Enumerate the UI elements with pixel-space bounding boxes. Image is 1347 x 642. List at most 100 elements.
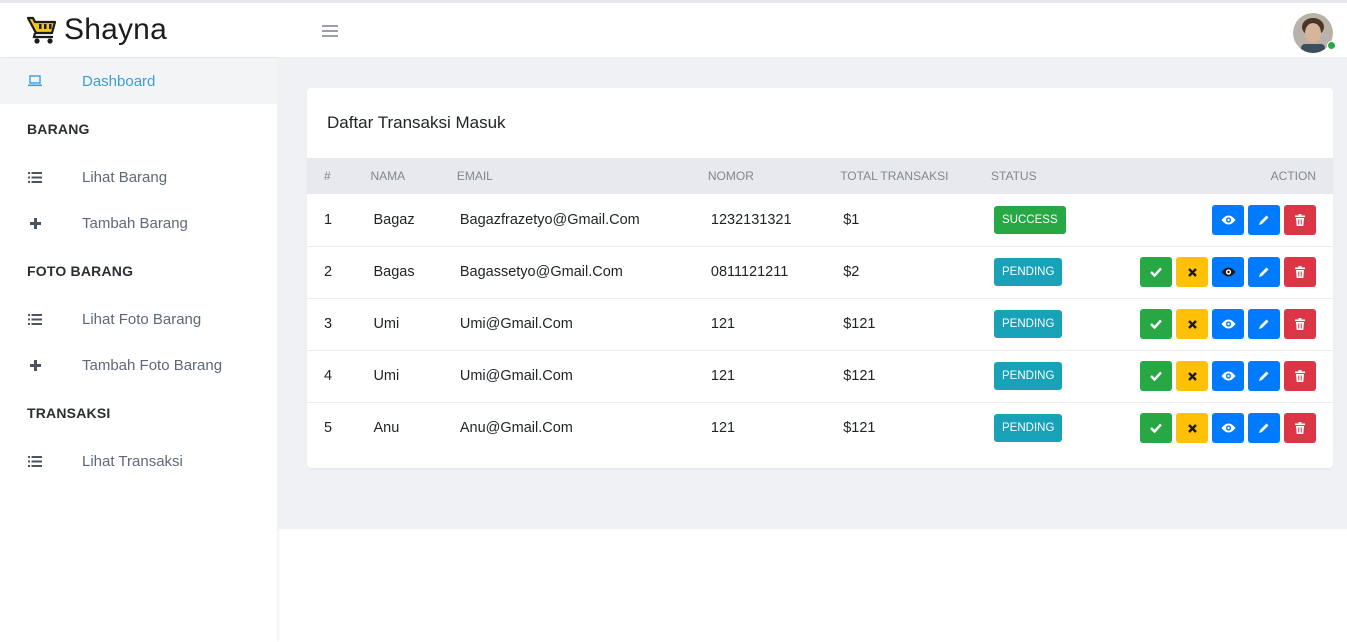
sidebar-item-tambah-barang[interactable]: Tambah Barang bbox=[0, 200, 277, 246]
sidebar-item-dashboard[interactable]: Dashboard bbox=[0, 58, 277, 104]
cell-email: Bagazfrazetyo@Gmail.Com bbox=[459, 211, 640, 228]
cell-phone: 0811121211 bbox=[710, 264, 789, 280]
sidebar-item-tambah-foto-barang[interactable]: Tambah Foto Barang bbox=[0, 342, 277, 388]
table-row: 4 Umi Umi@Gmail.Com 121 $121 PENDING bbox=[307, 350, 1333, 402]
view-button[interactable] bbox=[1212, 257, 1244, 287]
status-badge: SUCCESS bbox=[994, 205, 1066, 234]
cell-number: 2 bbox=[324, 264, 333, 280]
cell-number: 4 bbox=[324, 368, 333, 384]
x-icon bbox=[1187, 423, 1197, 433]
delete-button[interactable] bbox=[1284, 309, 1316, 339]
table-row: 1 Bagaz Bagazfrazetyo@Gmail.Com 1232131321 $… bbox=[307, 194, 1333, 246]
sidebar-heading-foto-barang: FOTO BARANG bbox=[27, 263, 134, 279]
cell-phone: 1232131321 bbox=[710, 211, 792, 228]
cell-total: $121 bbox=[843, 368, 876, 384]
view-button[interactable] bbox=[1212, 309, 1244, 339]
sidebar-item-lihat-transaksi[interactable]: Lihat Transaksi bbox=[0, 438, 277, 484]
approve-button[interactable] bbox=[1140, 361, 1172, 391]
cell-status: PENDING bbox=[991, 246, 1140, 298]
shopping-cart-icon bbox=[26, 16, 57, 44]
edit-button[interactable] bbox=[1248, 361, 1280, 391]
pencil-icon bbox=[1258, 318, 1270, 330]
x-icon bbox=[1187, 371, 1197, 381]
column-header-phone: NOMOR bbox=[707, 169, 754, 183]
view-button[interactable] bbox=[1212, 361, 1244, 391]
sidebar-item-lihat-barang[interactable]: Lihat Barang bbox=[0, 154, 277, 200]
trash-icon bbox=[1295, 213, 1305, 226]
view-button[interactable] bbox=[1212, 204, 1244, 235]
trash-icon bbox=[1295, 318, 1305, 330]
cell-status: PENDING bbox=[991, 350, 1140, 402]
cell-total: $121 bbox=[843, 316, 876, 332]
delete-button[interactable] bbox=[1284, 361, 1316, 391]
list-icon bbox=[27, 171, 43, 183]
check-icon bbox=[1150, 371, 1162, 381]
plus-icon bbox=[27, 359, 43, 371]
status-badge: PENDING bbox=[994, 310, 1063, 338]
cell-phone: 121 bbox=[710, 316, 736, 332]
brand-name: Shayna bbox=[64, 13, 167, 46]
eye-icon bbox=[1221, 215, 1236, 225]
view-button[interactable] bbox=[1212, 413, 1244, 444]
table-header-row: # NAMA EMAIL NOMOR TOTAL TRANSAKSI STATU… bbox=[307, 158, 1333, 194]
row-action-group bbox=[1140, 361, 1316, 391]
column-header-status: STATUS bbox=[991, 169, 1037, 183]
pencil-icon bbox=[1258, 370, 1270, 382]
sidebar-item-label: Tambah Foto Barang bbox=[82, 356, 223, 374]
main-content: Daftar Transaksi Masuk # NAMA EMAIL NOMO… bbox=[277, 58, 1347, 529]
row-action-group bbox=[1140, 309, 1316, 339]
laptop-icon bbox=[27, 75, 43, 87]
delete-button[interactable] bbox=[1284, 413, 1316, 444]
reject-button[interactable] bbox=[1176, 309, 1208, 339]
check-icon bbox=[1150, 423, 1162, 434]
brand-logo[interactable]: Shayna bbox=[26, 13, 167, 47]
cell-number: 3 bbox=[324, 316, 333, 332]
trash-icon bbox=[1295, 422, 1305, 435]
row-action-group bbox=[1140, 257, 1316, 287]
approve-button[interactable] bbox=[1140, 413, 1172, 444]
eye-icon bbox=[1221, 319, 1236, 329]
reject-button[interactable] bbox=[1176, 361, 1208, 391]
cell-status: PENDING bbox=[991, 402, 1140, 454]
cell-email: Umi@Gmail.Com bbox=[459, 368, 573, 384]
cell-actions bbox=[1140, 298, 1333, 350]
table-row: 2 Bagas Bagassetyo@Gmail.Com 0811121211 $2 PE… bbox=[307, 246, 1333, 298]
column-header-name: NAMA bbox=[370, 169, 406, 183]
sidebar-heading-transaksi: TRANSAKSI bbox=[27, 405, 111, 421]
eye-icon bbox=[1221, 267, 1236, 277]
sidebar-item-label: Dashboard bbox=[82, 72, 156, 90]
edit-button[interactable] bbox=[1248, 257, 1280, 287]
eye-icon bbox=[1221, 371, 1236, 381]
cell-name: Anu bbox=[373, 420, 400, 437]
cell-name: Umi bbox=[373, 368, 400, 384]
approve-button[interactable] bbox=[1140, 257, 1172, 287]
column-header-email: EMAIL bbox=[456, 169, 493, 183]
table-row: 5 Anu Anu@Gmail.Com 121 $121 PENDING bbox=[307, 402, 1333, 454]
cell-actions bbox=[1140, 246, 1333, 298]
delete-button[interactable] bbox=[1284, 257, 1316, 287]
plus-icon bbox=[27, 217, 43, 229]
list-icon bbox=[27, 455, 43, 467]
edit-button[interactable] bbox=[1248, 204, 1280, 235]
column-header-action: ACTION bbox=[1270, 169, 1316, 183]
edit-button[interactable] bbox=[1248, 413, 1280, 444]
hamburger-icon[interactable] bbox=[322, 25, 338, 39]
approve-button[interactable] bbox=[1140, 309, 1172, 339]
cell-name: Bagas bbox=[373, 264, 415, 280]
cell-email: Umi@Gmail.Com bbox=[459, 316, 573, 332]
online-status-dot bbox=[1327, 41, 1336, 50]
page-title: Daftar Transaksi Masuk bbox=[327, 113, 506, 132]
pencil-icon bbox=[1258, 266, 1270, 278]
edit-button[interactable] bbox=[1248, 309, 1280, 339]
transactions-table: # NAMA EMAIL NOMOR TOTAL TRANSAKSI STATU… bbox=[307, 158, 1333, 454]
sidebar-item-lihat-foto-barang[interactable]: Lihat Foto Barang bbox=[0, 296, 277, 342]
reject-button[interactable] bbox=[1176, 257, 1208, 287]
status-badge: PENDING bbox=[994, 258, 1063, 286]
transactions-card: Daftar Transaksi Masuk # NAMA EMAIL NOMO… bbox=[307, 88, 1333, 468]
table-body: 1 Bagaz Bagazfrazetyo@Gmail.Com 1232131321 $… bbox=[307, 194, 1333, 454]
delete-button[interactable] bbox=[1284, 204, 1316, 235]
cell-actions bbox=[1140, 194, 1333, 246]
check-icon bbox=[1150, 267, 1162, 277]
reject-button[interactable] bbox=[1176, 413, 1208, 444]
row-action-group bbox=[1140, 413, 1316, 444]
